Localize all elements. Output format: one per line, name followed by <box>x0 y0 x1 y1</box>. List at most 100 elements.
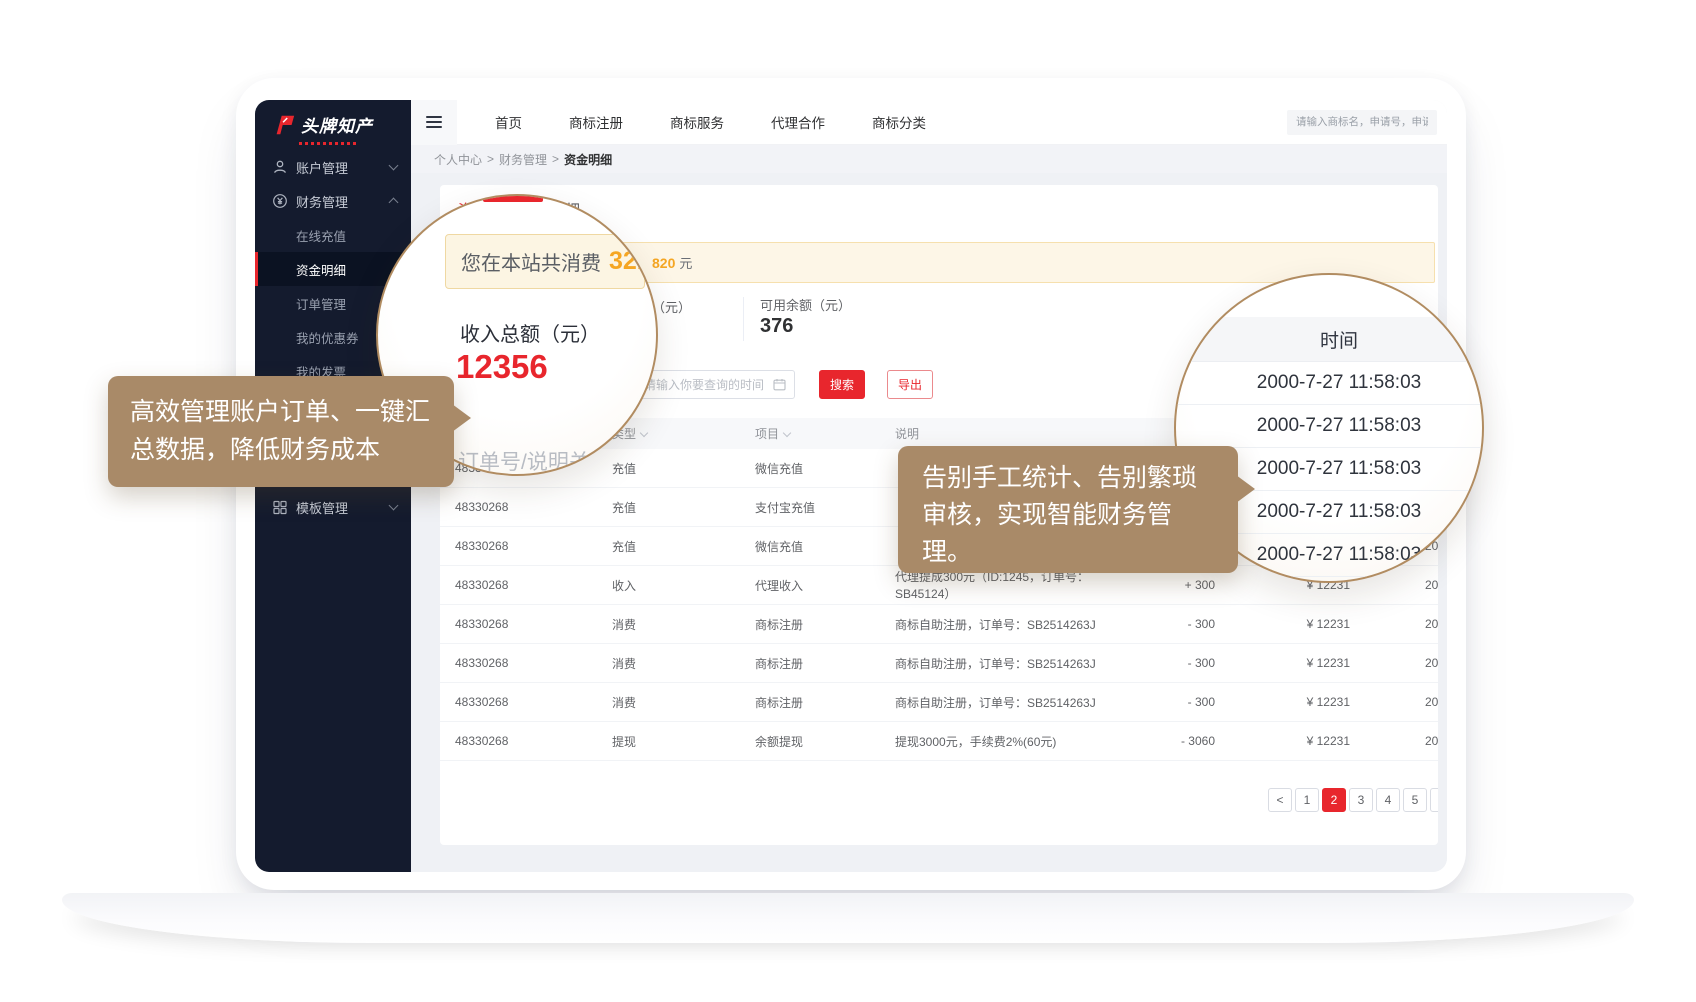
sidebar-item-label: 账户管理 <box>296 158 348 177</box>
cell-time: 2000-7-27 11:58:03 <box>1350 578 1438 592</box>
cell-balance: ¥ 12231 <box>1215 695 1350 709</box>
chevron-down-icon <box>389 501 399 511</box>
brand-name: 头牌知产 <box>301 112 373 137</box>
cell-time: 2000-7-27 11:58:03 <box>1350 695 1438 709</box>
cell-order-number: 48330268 <box>455 734 612 748</box>
callout-arrow-icon <box>1236 475 1255 503</box>
callout-arrow-icon <box>452 404 471 432</box>
cell-type: 充值 <box>612 538 755 555</box>
sidebar-item-label: 财务管理 <box>296 192 348 211</box>
cell-project: 微信充值 <box>755 538 895 555</box>
marketing-composite: 头牌知产 账户管理 财务管理 在线充值 资金明细 <box>0 0 1696 1002</box>
brand-tagline <box>299 142 357 145</box>
cell-order-number: 48330268 <box>455 500 612 514</box>
table-row[interactable]: 48330268 消费 商标注册 商标自助注册，订单号：SB2514263J -… <box>440 644 1438 683</box>
page-button[interactable]: 1 <box>1295 788 1319 812</box>
cell-amount: - 300 <box>1130 695 1215 709</box>
sidebar-item-label: 模板管理 <box>296 498 348 517</box>
page-buttons: 12345 <box>1295 788 1427 812</box>
page-button-clipped[interactable] <box>1430 788 1438 812</box>
cell-type: 提现 <box>612 733 755 750</box>
magnified-time-cell: 2000-7-27 11:58:03 <box>1176 362 1482 405</box>
cell-time: 2000-7-27 11:58:03 <box>1350 734 1438 748</box>
sidebar-item-finance[interactable]: 财务管理 <box>255 184 411 218</box>
callout-left-text: 高效管理账户订单、一键汇总数据，降低财务成本 <box>130 398 430 464</box>
magnified-banner-amount: 32124 <box>609 247 658 276</box>
date-query-input[interactable] <box>633 370 795 399</box>
callout-left: 高效管理账户订单、一键汇总数据，降低财务成本 <box>108 376 454 487</box>
breadcrumb-item[interactable]: 财务管理 <box>499 151 547 168</box>
cell-project: 商标注册 <box>755 616 895 633</box>
prev-page-button[interactable]: < <box>1268 788 1292 812</box>
nav-menu-item[interactable]: 商标分类 <box>872 112 926 132</box>
top-navbar: 首页 商标注册 商标服务 代理合作 商标分类 <box>411 100 1447 145</box>
cell-type: 充值 <box>612 499 755 516</box>
search-button[interactable]: 搜索 <box>819 370 865 399</box>
cell-order-number: 48330268 <box>455 656 612 670</box>
nav-menu-item[interactable]: 首页 <box>495 112 522 132</box>
consumption-unit: 元 <box>679 253 692 272</box>
sidebar-item-label: 在线充值 <box>296 226 346 245</box>
breadcrumb: 个人中心 > 财务管理 > 资金明细 <box>411 145 1447 173</box>
cell-order-number: 48330268 <box>455 578 612 592</box>
magnified-time-cell: 2000-7-27 11:58:03 <box>1176 405 1482 448</box>
breadcrumb-separator: > <box>552 152 559 166</box>
cell-description: 商标自助注册，订单号：SB2514263J <box>895 694 1130 711</box>
hamburger-menu-icon[interactable] <box>411 100 457 145</box>
available-balance-value: 376 <box>760 315 793 338</box>
table-row[interactable]: 48330268 提现 余额提现 提现3000元，手续费2%(60元) - 30… <box>440 722 1438 761</box>
header-type[interactable]: 类型 <box>612 425 755 442</box>
cell-description: 商标自助注册，订单号：SB2514263J <box>895 616 1130 633</box>
table-row[interactable]: 48330268 消费 商标注册 商标自助注册，订单号：SB2514263J -… <box>440 683 1438 722</box>
page-button[interactable]: 3 <box>1349 788 1373 812</box>
magnified-banner-text: 您在本站共消费 <box>461 247 601 276</box>
chevron-up-icon <box>389 198 399 208</box>
available-balance-label: 可用余额（元） <box>760 295 851 314</box>
table-row[interactable]: 48330268 消费 商标注册 商标自助注册，订单号：SB2514263J -… <box>440 605 1438 644</box>
cell-type: 收入 <box>612 577 755 594</box>
nav-menu-item[interactable]: 商标注册 <box>569 112 623 132</box>
sidebar-item-label: 我的优惠券 <box>296 328 359 347</box>
export-button[interactable]: 导出 <box>887 370 933 399</box>
page-button[interactable]: 2 <box>1322 788 1346 812</box>
cell-amount: + 300 <box>1130 578 1215 592</box>
header-project[interactable]: 项目 <box>755 425 895 442</box>
page-button[interactable]: 5 <box>1403 788 1427 812</box>
finance-icon <box>272 193 288 209</box>
calendar-icon[interactable] <box>773 378 786 391</box>
brand-logo[interactable]: 头牌知产 <box>272 112 373 137</box>
cell-project: 支付宝充值 <box>755 499 895 516</box>
cell-type: 充值 <box>612 460 755 477</box>
breadcrumb-item[interactable]: 个人中心 <box>434 151 482 168</box>
cell-type: 消费 <box>612 694 755 711</box>
sidebar-item-label: 资金明细 <box>296 260 346 279</box>
cell-description: 商标自助注册，订单号：SB2514263J <box>895 655 1130 672</box>
magnified-consumption-banner: 您在本站共消费 32124 <box>445 234 645 289</box>
consume-total-label: （元） <box>652 297 691 316</box>
user-icon <box>272 159 288 175</box>
sidebar-item-account[interactable]: 账户管理 <box>255 150 411 184</box>
nav-menu: 首页 商标注册 商标服务 代理合作 商标分类 <box>495 112 926 132</box>
template-icon <box>272 499 288 515</box>
brand-flag-icon <box>272 113 296 137</box>
cell-order-number: 48330268 <box>455 539 612 553</box>
cell-project: 商标注册 <box>755 655 895 672</box>
cell-order-number: 48330268 <box>455 617 612 631</box>
sort-icon[interactable] <box>783 429 791 437</box>
header-description: 说明 <box>895 425 1130 442</box>
sidebar-item-template[interactable]: 模板管理 <box>255 490 411 524</box>
callout-right-text: 告别手工统计、告别繁琐审核，实现智能财务管理。 <box>922 464 1197 566</box>
cell-order-number: 48330268 <box>455 695 612 709</box>
trademark-search-input[interactable] <box>1287 110 1437 135</box>
nav-menu-item[interactable]: 商标服务 <box>670 112 724 132</box>
cell-type: 消费 <box>612 655 755 672</box>
page-button[interactable]: 4 <box>1376 788 1400 812</box>
magnified-income-value: 12356 <box>456 348 548 386</box>
cell-balance: ¥ 12231 <box>1215 734 1350 748</box>
nav-menu-item[interactable]: 代理合作 <box>771 112 825 132</box>
magnified-active-tab <box>483 194 543 202</box>
sidebar-item-online-recharge[interactable]: 在线充值 <box>255 218 411 252</box>
cell-amount: - 300 <box>1130 656 1215 670</box>
cell-amount: - 300 <box>1130 617 1215 631</box>
sort-icon[interactable] <box>640 429 648 437</box>
